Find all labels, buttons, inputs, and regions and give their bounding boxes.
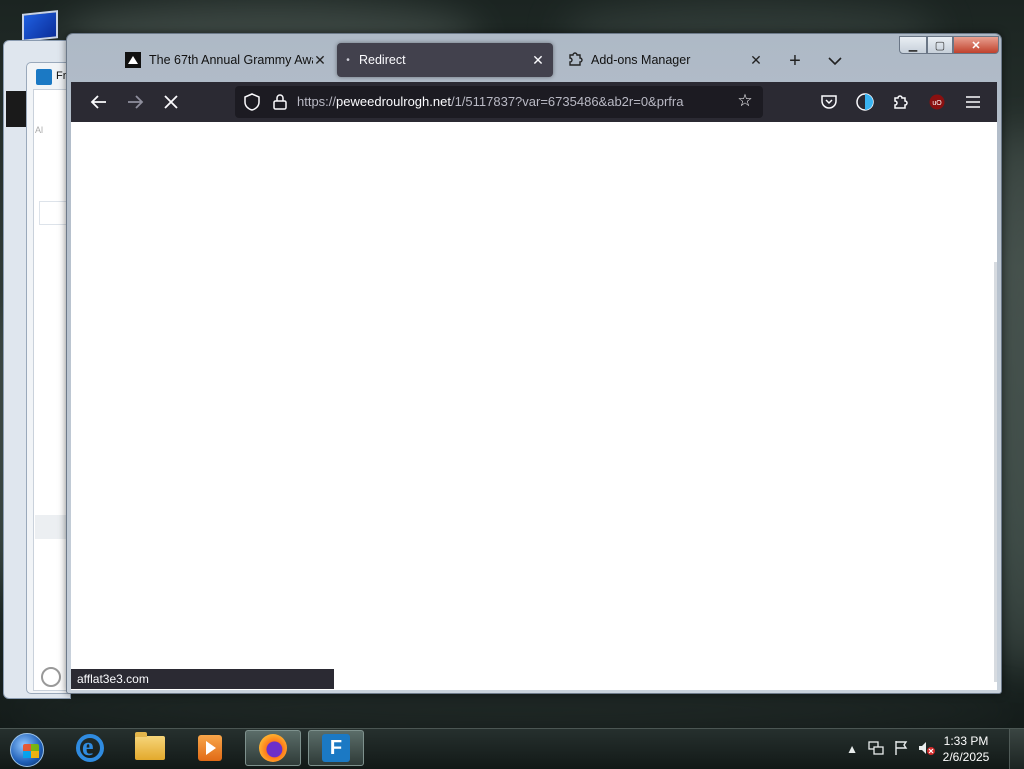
taskbar-filezilla[interactable]: F: [308, 730, 364, 766]
back-arrow-icon: [90, 95, 106, 109]
filezilla-icon: F: [322, 734, 350, 762]
back-button[interactable]: [85, 88, 113, 116]
close-tab-icon[interactable]: ✕: [749, 52, 763, 69]
firefox-window[interactable]: The 67th Annual Grammy Awards ✕ • Redire…: [66, 33, 1002, 694]
folder-icon: [135, 732, 165, 760]
maximize-button[interactable]: ▢: [927, 36, 953, 54]
lock-icon[interactable]: [271, 93, 289, 111]
forward-arrow-icon: [128, 95, 144, 109]
url-scheme: https://: [297, 94, 337, 109]
filezilla-icon: [36, 69, 52, 85]
action-center-flag-icon[interactable]: [894, 740, 908, 759]
bookmark-star-icon[interactable]: ☆: [735, 91, 755, 111]
taskbar-media-player[interactable]: [182, 730, 238, 766]
url-bar[interactable]: https://peweedroulrogh.net/1/5117837?var…: [235, 86, 763, 118]
start-button[interactable]: [6, 731, 46, 767]
firefox-icon: [259, 734, 287, 762]
taskbar-explorer[interactable]: [122, 730, 178, 766]
tab-redirect[interactable]: • Redirect ✕: [337, 43, 553, 77]
ublock-origin-icon[interactable]: uO: [925, 90, 949, 114]
tab-title: The 67th Annual Grammy Awards: [149, 53, 313, 67]
tab-addons-manager[interactable]: Add-ons Manager ✕: [559, 43, 771, 77]
close-tab-icon[interactable]: ✕: [531, 52, 545, 69]
taskbar-firefox[interactable]: [245, 730, 301, 766]
spinner-icon: [41, 667, 61, 687]
close-tab-icon[interactable]: ✕: [313, 52, 327, 69]
pocket-icon[interactable]: [817, 90, 841, 114]
tab-grammy[interactable]: The 67th Annual Grammy Awards ✕: [117, 43, 335, 77]
tab-title: Redirect: [359, 53, 406, 67]
list-all-tabs-button[interactable]: [823, 50, 847, 74]
extensions-icon[interactable]: [889, 90, 913, 114]
desktop-bg: [0, 690, 1024, 730]
dot-icon: •: [346, 54, 350, 66]
scrollbar[interactable]: [994, 262, 997, 682]
chevron-down-icon: [828, 57, 842, 66]
internet-explorer-icon: [76, 732, 104, 762]
taskbar: F ▲ 1:33 PM 2/6/2025: [0, 728, 1024, 769]
minimize-button[interactable]: ▁: [899, 36, 927, 54]
system-tray: ▲: [846, 739, 936, 759]
tab-bar: The 67th Annual Grammy Awards ✕ • Redire…: [71, 36, 999, 84]
url-host: peweedroulrogh.net: [336, 94, 451, 109]
url-path: /1/5117837?var=6735486&ab2r=0&prfra: [450, 94, 684, 109]
clock-date: 2/6/2025: [942, 750, 990, 764]
background-window-title: Fr: [56, 70, 67, 82]
taskbar-internet-explorer[interactable]: [62, 730, 118, 766]
tracking-protection-icon[interactable]: [243, 93, 261, 111]
new-tab-button[interactable]: +: [783, 50, 807, 74]
desktop-computer-icon[interactable]: [16, 10, 60, 44]
stop-button[interactable]: [157, 88, 185, 116]
clock-time: 1:33 PM: [943, 734, 989, 748]
clock[interactable]: 1:33 PM 2/6/2025: [938, 733, 994, 765]
volume-muted-icon[interactable]: [918, 740, 936, 759]
svg-text:uO: uO: [932, 100, 942, 107]
network-icon[interactable]: [868, 740, 884, 759]
nav-toolbar: https://peweedroulrogh.net/1/5117837?var…: [71, 82, 997, 122]
status-panel: afflat3e3.com: [71, 669, 334, 689]
media-player-icon: [198, 735, 222, 761]
firefox-account-icon[interactable]: [853, 90, 877, 114]
close-window-button[interactable]: ✕: [953, 36, 999, 54]
forward-button[interactable]: [121, 88, 149, 116]
show-desktop-button[interactable]: [1009, 729, 1024, 769]
puzzle-icon: [567, 51, 583, 70]
windows-orb-icon: [10, 733, 44, 767]
tab-title: Add-ons Manager: [591, 53, 691, 67]
show-hidden-icons-icon[interactable]: ▲: [846, 742, 858, 756]
url-text[interactable]: https://peweedroulrogh.net/1/5117837?var…: [297, 94, 727, 109]
menu-hamburger-icon[interactable]: [961, 90, 985, 114]
page-content[interactable]: [71, 122, 997, 690]
stop-icon: [164, 95, 178, 109]
grammy-icon: [125, 52, 141, 68]
